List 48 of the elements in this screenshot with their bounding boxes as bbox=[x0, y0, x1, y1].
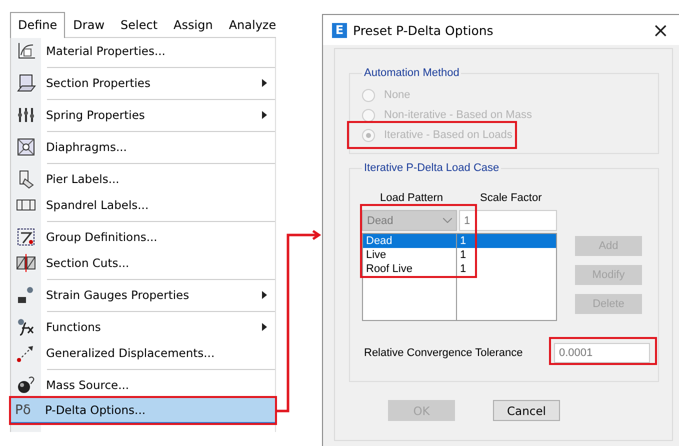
submenu-arrow-icon bbox=[261, 323, 267, 331]
menu-icon bbox=[16, 137, 36, 157]
menu-tab[interactable]: Select bbox=[112, 12, 166, 37]
menu-item[interactable]: Group Definitions... bbox=[11, 224, 275, 250]
list-row[interactable]: Roof Live 1 bbox=[363, 262, 556, 276]
menu-icon bbox=[16, 73, 36, 93]
menu-icon bbox=[16, 375, 36, 395]
menu-item[interactable]: Strain Gauges Properties bbox=[11, 282, 275, 314]
menu-icon bbox=[16, 41, 36, 61]
app-logo: E bbox=[332, 22, 347, 38]
menu-item[interactable]: Section Cuts... bbox=[11, 250, 275, 282]
menu-item[interactable]: Section Properties bbox=[11, 70, 275, 102]
dialog-button[interactable]: Cancel bbox=[493, 400, 560, 421]
menu-icon bbox=[16, 317, 36, 337]
menu-item[interactable]: Pδ P-Delta Options... bbox=[11, 398, 275, 424]
submenu-arrow-icon bbox=[261, 111, 267, 119]
menu-item[interactable]: Spring Properties bbox=[11, 102, 275, 134]
chevron-down-icon bbox=[443, 218, 452, 223]
menu-item[interactable]: Functions bbox=[11, 314, 275, 340]
menu-tab[interactable]: Assign bbox=[166, 12, 221, 37]
list-row[interactable]: Dead 1 bbox=[363, 234, 556, 248]
submenu-arrow-icon bbox=[261, 291, 267, 299]
field-label: Relative Convergence Tolerance bbox=[364, 347, 524, 359]
submenu-arrow-icon bbox=[261, 79, 267, 87]
menu-icon bbox=[16, 343, 36, 363]
close-button[interactable]: × bbox=[642, 18, 679, 42]
group-title: Iterative P-Delta Load Case bbox=[363, 162, 500, 174]
menu-tab[interactable]: Define bbox=[10, 12, 66, 38]
menu-item[interactable]: Spandrel Labels... bbox=[11, 192, 275, 224]
menu-tab[interactable]: Draw bbox=[65, 12, 113, 37]
menu-icon bbox=[16, 253, 36, 273]
column-header: Load Pattern bbox=[380, 192, 444, 204]
menu-icon bbox=[16, 105, 36, 125]
menu-item[interactable]: Generalized Displacements... bbox=[11, 340, 275, 372]
window-title: Preset P-Delta Options bbox=[353, 22, 494, 38]
menu-item[interactable]: Pier Labels... bbox=[11, 166, 275, 192]
column-header: Scale Factor bbox=[480, 192, 542, 204]
menu-icon bbox=[16, 285, 36, 305]
menu-icon bbox=[16, 227, 36, 247]
group-title: Automation Method bbox=[363, 67, 460, 79]
tolerance-field[interactable]: 0.0001 bbox=[554, 343, 650, 363]
scale-factor-field[interactable]: 1 bbox=[459, 210, 557, 231]
menu-tab[interactable]: Analyze bbox=[220, 12, 284, 37]
menu-item[interactable]: Material Properties... bbox=[11, 38, 275, 70]
list-row[interactable]: Live 1 bbox=[363, 248, 556, 262]
menu-item[interactable]: Diaphragms... bbox=[11, 134, 275, 166]
menu-item[interactable]: Mass Source... bbox=[11, 372, 275, 398]
icon-glyph: Pδ bbox=[15, 402, 32, 418]
